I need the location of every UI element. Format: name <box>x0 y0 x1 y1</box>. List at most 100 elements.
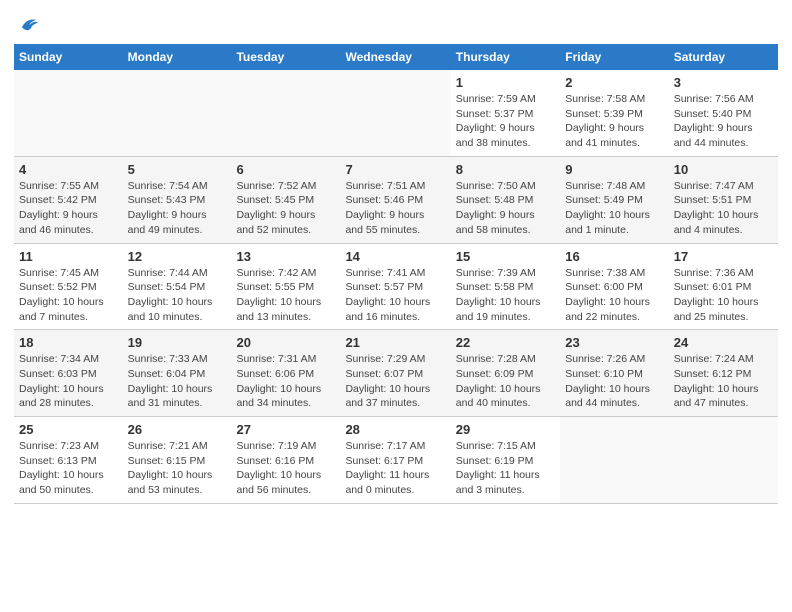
day-number: 1 <box>456 75 555 90</box>
calendar-cell: 6 Sunrise: 7:52 AM Sunset: 5:45 PM Daylig… <box>231 156 340 243</box>
weekday-header-tuesday: Tuesday <box>231 44 340 70</box>
day-number: 26 <box>128 422 227 437</box>
calendar-cell: 11Sunrise: 7:45 AM Sunset: 5:52 PM Dayli… <box>14 243 123 330</box>
calendar-cell <box>123 70 232 156</box>
calendar-week-row: 4 Sunrise: 7:55 AM Sunset: 5:42 PM Daylig… <box>14 156 778 243</box>
calendar-table: SundayMondayTuesdayWednesdayThursdayFrid… <box>14 44 778 504</box>
day-info: Sunrise: 7:58 AM Sunset: 5:39 PM Dayligh… <box>565 92 663 151</box>
calendar-cell <box>231 70 340 156</box>
weekday-header-sunday: Sunday <box>14 44 123 70</box>
calendar-cell: 4 Sunrise: 7:55 AM Sunset: 5:42 PM Daylig… <box>14 156 123 243</box>
day-number: 27 <box>236 422 335 437</box>
day-info: Sunrise: 7:52 AM Sunset: 5:45 PM Dayligh… <box>236 179 335 238</box>
day-info: Sunrise: 7:29 AM Sunset: 6:07 PM Dayligh… <box>345 352 445 411</box>
page-container: SundayMondayTuesdayWednesdayThursdayFrid… <box>0 0 792 514</box>
calendar-cell: 15 Sunrise: 7:39 AM Sunset: 5:58 PM Dayli… <box>451 243 560 330</box>
weekday-header-thursday: Thursday <box>451 44 560 70</box>
day-info: Sunrise: 7:34 AM Sunset: 6:03 PM Dayligh… <box>19 352 118 411</box>
day-info: Sunrise: 7:36 AM Sunset: 6:01 PM Dayligh… <box>674 266 773 325</box>
weekday-header-friday: Friday <box>560 44 668 70</box>
day-info: Sunrise: 7:47 AM Sunset: 5:51 PM Dayligh… <box>674 179 773 238</box>
calendar-cell: 8 Sunrise: 7:50 AM Sunset: 5:48 PM Daylig… <box>451 156 560 243</box>
day-number: 18 <box>19 335 118 350</box>
calendar-cell: 10 Sunrise: 7:47 AM Sunset: 5:51 PM Dayli… <box>669 156 778 243</box>
day-number: 6 <box>236 162 335 177</box>
day-number: 13 <box>236 249 335 264</box>
day-number: 21 <box>345 335 445 350</box>
calendar-cell: 9 Sunrise: 7:48 AM Sunset: 5:49 PM Daylig… <box>560 156 668 243</box>
day-info: Sunrise: 7:33 AM Sunset: 6:04 PM Dayligh… <box>128 352 227 411</box>
calendar-cell <box>340 70 450 156</box>
day-number: 8 <box>456 162 555 177</box>
calendar-week-row: 1 Sunrise: 7:59 AM Sunset: 5:37 PM Daylig… <box>14 70 778 156</box>
day-number: 28 <box>345 422 445 437</box>
calendar-cell: 1 Sunrise: 7:59 AM Sunset: 5:37 PM Daylig… <box>451 70 560 156</box>
calendar-cell: 29 Sunrise: 7:15 AM Sunset: 6:19 PM Dayli… <box>451 417 560 504</box>
day-number: 12 <box>128 249 227 264</box>
day-number: 4 <box>19 162 118 177</box>
calendar-cell: 28Sunrise: 7:17 AM Sunset: 6:17 PM Dayli… <box>340 417 450 504</box>
day-info: Sunrise: 7:24 AM Sunset: 6:12 PM Dayligh… <box>674 352 773 411</box>
day-info: Sunrise: 7:51 AM Sunset: 5:46 PM Dayligh… <box>345 179 445 238</box>
day-info: Sunrise: 7:42 AM Sunset: 5:55 PM Dayligh… <box>236 266 335 325</box>
day-info: Sunrise: 7:59 AM Sunset: 5:37 PM Dayligh… <box>456 92 555 151</box>
calendar-cell: 27 Sunrise: 7:19 AM Sunset: 6:16 PM Dayli… <box>231 417 340 504</box>
day-number: 16 <box>565 249 663 264</box>
day-number: 5 <box>128 162 227 177</box>
day-info: Sunrise: 7:15 AM Sunset: 6:19 PM Dayligh… <box>456 439 555 498</box>
day-number: 15 <box>456 249 555 264</box>
day-info: Sunrise: 7:56 AM Sunset: 5:40 PM Dayligh… <box>674 92 773 151</box>
calendar-cell: 23 Sunrise: 7:26 AM Sunset: 6:10 PM Dayli… <box>560 330 668 417</box>
calendar-cell <box>560 417 668 504</box>
day-number: 10 <box>674 162 773 177</box>
day-number: 20 <box>236 335 335 350</box>
calendar-cell: 21 Sunrise: 7:29 AM Sunset: 6:07 PM Dayli… <box>340 330 450 417</box>
day-info: Sunrise: 7:45 AM Sunset: 5:52 PM Dayligh… <box>19 266 118 325</box>
weekday-header-row: SundayMondayTuesdayWednesdayThursdayFrid… <box>14 44 778 70</box>
day-info: Sunrise: 7:55 AM Sunset: 5:42 PM Dayligh… <box>19 179 118 238</box>
calendar-cell: 7Sunrise: 7:51 AM Sunset: 5:46 PM Daylig… <box>340 156 450 243</box>
day-number: 23 <box>565 335 663 350</box>
day-info: Sunrise: 7:28 AM Sunset: 6:09 PM Dayligh… <box>456 352 555 411</box>
weekday-header-saturday: Saturday <box>669 44 778 70</box>
day-info: Sunrise: 7:41 AM Sunset: 5:57 PM Dayligh… <box>345 266 445 325</box>
calendar-cell: 2 Sunrise: 7:58 AM Sunset: 5:39 PM Daylig… <box>560 70 668 156</box>
weekday-header-monday: Monday <box>123 44 232 70</box>
day-info: Sunrise: 7:19 AM Sunset: 6:16 PM Dayligh… <box>236 439 335 498</box>
day-info: Sunrise: 7:38 AM Sunset: 6:00 PM Dayligh… <box>565 266 663 325</box>
calendar-cell: 20 Sunrise: 7:31 AM Sunset: 6:06 PM Dayli… <box>231 330 340 417</box>
calendar-cell: 22 Sunrise: 7:28 AM Sunset: 6:09 PM Dayli… <box>451 330 560 417</box>
calendar-cell: 16 Sunrise: 7:38 AM Sunset: 6:00 PM Dayli… <box>560 243 668 330</box>
logo <box>14 14 38 36</box>
weekday-header-wednesday: Wednesday <box>340 44 450 70</box>
day-number: 17 <box>674 249 773 264</box>
day-number: 29 <box>456 422 555 437</box>
day-info: Sunrise: 7:50 AM Sunset: 5:48 PM Dayligh… <box>456 179 555 238</box>
calendar-cell: 12Sunrise: 7:44 AM Sunset: 5:54 PM Dayli… <box>123 243 232 330</box>
calendar-cell: 26Sunrise: 7:21 AM Sunset: 6:15 PM Dayli… <box>123 417 232 504</box>
logo-bird-icon <box>16 14 38 36</box>
day-info: Sunrise: 7:23 AM Sunset: 6:13 PM Dayligh… <box>19 439 118 498</box>
calendar-cell: 17 Sunrise: 7:36 AM Sunset: 6:01 PM Dayli… <box>669 243 778 330</box>
calendar-cell: 13 Sunrise: 7:42 AM Sunset: 5:55 PM Dayli… <box>231 243 340 330</box>
day-number: 9 <box>565 162 663 177</box>
calendar-cell: 5 Sunrise: 7:54 AM Sunset: 5:43 PM Daylig… <box>123 156 232 243</box>
day-info: Sunrise: 7:54 AM Sunset: 5:43 PM Dayligh… <box>128 179 227 238</box>
calendar-week-row: 25 Sunrise: 7:23 AM Sunset: 6:13 PM Dayli… <box>14 417 778 504</box>
calendar-cell: 3 Sunrise: 7:56 AM Sunset: 5:40 PM Daylig… <box>669 70 778 156</box>
day-number: 3 <box>674 75 773 90</box>
day-info: Sunrise: 7:31 AM Sunset: 6:06 PM Dayligh… <box>236 352 335 411</box>
calendar-cell: 24 Sunrise: 7:24 AM Sunset: 6:12 PM Dayli… <box>669 330 778 417</box>
day-info: Sunrise: 7:48 AM Sunset: 5:49 PM Dayligh… <box>565 179 663 238</box>
day-number: 14 <box>345 249 445 264</box>
day-number: 25 <box>19 422 118 437</box>
calendar-cell: 18 Sunrise: 7:34 AM Sunset: 6:03 PM Dayli… <box>14 330 123 417</box>
day-number: 22 <box>456 335 555 350</box>
day-info: Sunrise: 7:39 AM Sunset: 5:58 PM Dayligh… <box>456 266 555 325</box>
day-info: Sunrise: 7:26 AM Sunset: 6:10 PM Dayligh… <box>565 352 663 411</box>
day-number: 24 <box>674 335 773 350</box>
day-number: 2 <box>565 75 663 90</box>
calendar-cell: 14 Sunrise: 7:41 AM Sunset: 5:57 PM Dayli… <box>340 243 450 330</box>
calendar-cell <box>14 70 123 156</box>
header <box>14 10 778 36</box>
